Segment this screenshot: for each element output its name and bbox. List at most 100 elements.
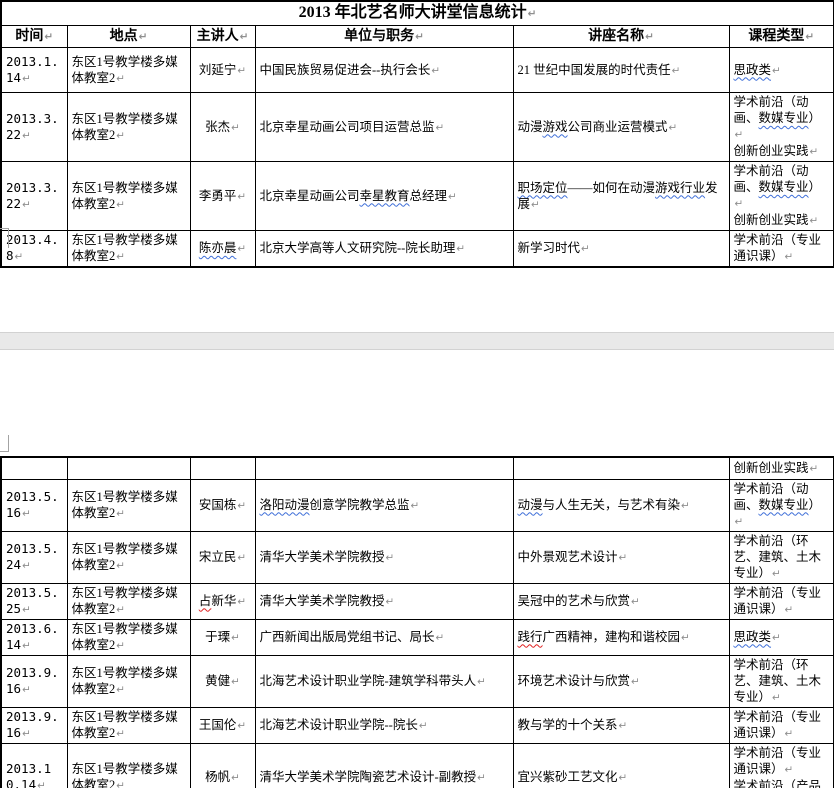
place-cell: 东区1号教学楼多媒体教室2↵ — [67, 231, 190, 268]
table-row: 2013.9.16↵东区1号教学楼多媒体教室2↵王国伦↵北海艺术设计职业学院--… — [1, 707, 834, 743]
column-header-lecture: 讲座名称↵ — [513, 26, 729, 48]
paragraph-mark: ↵ — [116, 604, 125, 616]
paragraph-mark: ↵ — [810, 146, 819, 158]
lecture-cell: 动漫游戏公司商业运营模式↵ — [513, 93, 729, 162]
place-cell: 东区1号教学楼多媒体教室2↵ — [67, 531, 190, 583]
paragraph-mark: ↵ — [581, 243, 590, 255]
speaker-cell: 占新华↵ — [190, 583, 255, 619]
paragraph-mark: ↵ — [237, 720, 246, 732]
org-cell: 北京幸星动画公司项目运营总监↵ — [255, 93, 513, 162]
paragraph-mark: ↵ — [22, 604, 31, 616]
paragraph-mark: ↵ — [22, 73, 31, 85]
paragraph-mark: ↵ — [672, 65, 681, 77]
type-cell: 学术前沿（专业通识课）↵ — [729, 231, 834, 268]
time-cell: 2013.3.22↵ — [1, 93, 67, 162]
type-cell: 学术前沿（动画、数媒专业）↵ — [729, 479, 834, 531]
speaker-cell: 张杰↵ — [190, 93, 255, 162]
paragraph-mark: ↵ — [631, 676, 640, 688]
paragraph-mark: ↵ — [231, 632, 240, 644]
paragraph-mark: ↵ — [116, 780, 125, 788]
place-cell: 东区1号教学楼多媒体教室2↵ — [67, 479, 190, 531]
place-cell: 东区1号教学楼多媒体教室2↵ — [67, 93, 190, 162]
paragraph-mark: ↵ — [231, 676, 240, 688]
paragraph-mark: ↵ — [386, 596, 395, 608]
paragraph-mark: ↵ — [237, 65, 246, 77]
place-cell: 东区1号教学楼多媒体教室2↵ — [67, 162, 190, 231]
paragraph-mark: ↵ — [116, 199, 125, 211]
lecture-cell: 教与学的十个关系↵ — [513, 707, 729, 743]
paragraph-mark: ↵ — [116, 640, 125, 652]
paragraph-mark: ↵ — [785, 764, 794, 776]
speaker-cell: 陈亦晨↵ — [190, 231, 255, 268]
paragraph-mark: ↵ — [735, 198, 744, 210]
table-row: 2013.3.22↵东区1号教学楼多媒体教室2↵张杰↵北京幸星动画公司项目运营总… — [1, 93, 834, 162]
time-cell: 2013.5.16↵ — [1, 479, 67, 531]
paragraph-mark: ↵ — [22, 130, 31, 142]
table-row: 2013.5.24↵东区1号教学楼多媒体教室2↵宋立民↵清华大学美术学院教授↵中… — [1, 531, 834, 583]
speaker-cell: 李勇平↵ — [190, 162, 255, 231]
paragraph-mark: ↵ — [436, 122, 445, 134]
table-row: 2013.10.14↵东区1号教学楼多媒体教室2↵杨帆↵清华大学美术学院陶瓷艺术… — [1, 743, 834, 788]
paragraph-mark: ↵ — [436, 632, 445, 644]
place-cell: 东区1号教学楼多媒体教室2↵ — [67, 619, 190, 655]
lecture-cell: 环境艺术设计与欣赏↵ — [513, 655, 729, 707]
place-cell: 东区1号教学楼多媒体教室2↵ — [67, 655, 190, 707]
time-cell: 2013.9.16↵ — [1, 655, 67, 707]
paragraph-mark: ↵ — [22, 640, 31, 652]
table-row: 2013.4.8↵东区1号教学楼多媒体教室2↵陈亦晨↵北京大学高等人文研究院--… — [1, 231, 834, 268]
paragraph-mark: ↵ — [681, 500, 690, 512]
time-cell: 2013.10.14↵ — [1, 743, 67, 788]
lecture-table-page1: 2013 年北艺名师大讲堂信息统计↵ 时间↵ 地点↵ 主讲人↵ 单位与职务↵ 讲… — [0, 0, 834, 268]
type-cell: 创新创业实践↵ — [729, 457, 834, 479]
table-row: 创新创业实践↵ — [1, 457, 834, 479]
paragraph-mark: ↵ — [116, 684, 125, 696]
paragraph-mark: ↵ — [528, 8, 537, 20]
place-cell: 东区1号教学楼多媒体教室2↵ — [67, 743, 190, 788]
org-cell: 北海艺术设计职业学院-建筑学科带头人↵ — [255, 655, 513, 707]
column-header-org: 单位与职务↵ — [255, 26, 513, 48]
table-row: 2013.5.25↵东区1号教学楼多媒体教室2↵占新华↵清华大学美术学院教授↵吴… — [1, 583, 834, 619]
paragraph-mark: ↵ — [456, 243, 465, 255]
type-cell: 学术前沿（动画、数媒专业）↵创新创业实践↵ — [729, 162, 834, 231]
paragraph-mark: ↵ — [772, 65, 781, 77]
table-row: 2013.3.22↵东区1号教学楼多媒体教室2↵李勇平↵北京幸星动画公司幸星教育… — [1, 162, 834, 231]
paragraph-mark: ↵ — [237, 243, 246, 255]
paragraph-mark: ↵ — [116, 73, 125, 85]
paragraph-mark: ↵ — [116, 508, 125, 520]
paragraph-mark: ↵ — [810, 215, 819, 227]
paragraph-mark: ↵ — [619, 552, 628, 564]
paragraph-mark: ↵ — [237, 552, 246, 564]
time-cell — [1, 457, 67, 479]
place-cell: 东区1号教学楼多媒体教室2↵ — [67, 48, 190, 93]
time-cell: 2013.4.8↵ — [1, 231, 67, 268]
speaker-cell: 安国栋↵ — [190, 479, 255, 531]
org-cell: 清华大学美术学院教授↵ — [255, 583, 513, 619]
table-row: 2013.6.14↵东区1号教学楼多媒体教室2↵于瑮↵广西新闻出版局党组书记、局… — [1, 619, 834, 655]
org-cell: 北海艺术设计职业学院--院长↵ — [255, 707, 513, 743]
lecture-cell — [513, 457, 729, 479]
time-cell: 2013.3.22↵ — [1, 162, 67, 231]
table-row: 2013.5.16↵东区1号教学楼多媒体教室2↵安国栋↵洛阳动漫创意学院教学总监… — [1, 479, 834, 531]
paragraph-mark: ↵ — [619, 720, 628, 732]
paragraph-mark: ↵ — [531, 199, 540, 211]
paragraph-mark: ↵ — [669, 122, 678, 134]
lecture-cell: 宜兴紫砂工艺文化↵ — [513, 743, 729, 788]
paragraph-mark: ↵ — [237, 596, 246, 608]
org-cell: 洛阳动漫创意学院教学总监↵ — [255, 479, 513, 531]
org-cell: 清华大学美术学院教授↵ — [255, 531, 513, 583]
org-cell: 中国民族贸易促进会--执行会长↵ — [255, 48, 513, 93]
paragraph-mark: ↵ — [785, 251, 794, 263]
type-cell: 学术前沿（动画、数媒专业）↵创新创业实践↵ — [729, 93, 834, 162]
type-cell: 思政类↵ — [729, 48, 834, 93]
paragraph-mark: ↵ — [22, 508, 31, 520]
table-header-row: 时间↵ 地点↵ 主讲人↵ 单位与职务↵ 讲座名称↵ 课程类型↵ — [1, 26, 834, 48]
paragraph-mark: ↵ — [231, 772, 240, 784]
paragraph-mark: ↵ — [735, 129, 744, 141]
table-row: 2013.9.16↵东区1号教学楼多媒体教室2↵黄健↵北海艺术设计职业学院-建筑… — [1, 655, 834, 707]
paragraph-mark: ↵ — [411, 500, 420, 512]
speaker-cell: 刘延宁↵ — [190, 48, 255, 93]
paragraph-mark: ↵ — [386, 552, 395, 564]
column-header-time: 时间↵ — [1, 26, 67, 48]
paragraph-mark: ↵ — [116, 251, 125, 263]
speaker-cell — [190, 457, 255, 479]
